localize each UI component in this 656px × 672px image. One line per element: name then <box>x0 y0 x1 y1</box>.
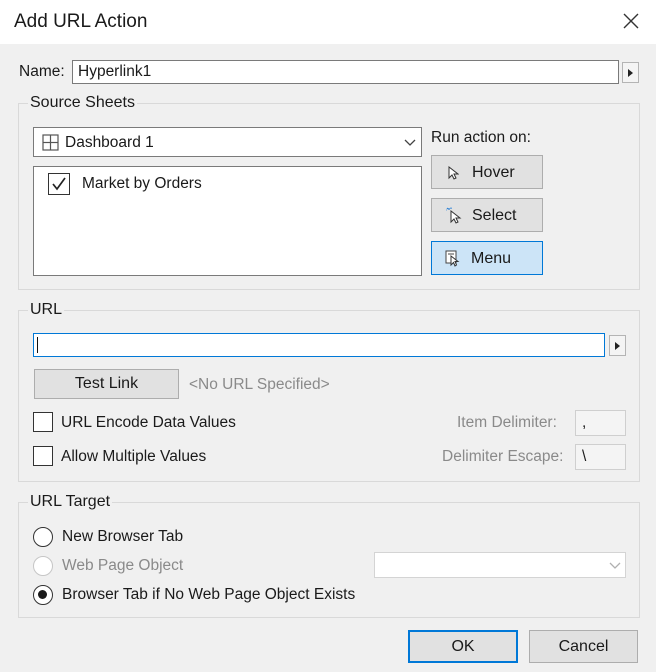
web-page-object-label: Web Page Object <box>62 557 184 574</box>
select-button-label: Select <box>472 207 517 224</box>
new-browser-tab-label: New Browser Tab <box>62 528 184 545</box>
web-page-object-radio[interactable] <box>33 556 53 576</box>
source-sheets-label: Source Sheets <box>28 94 137 112</box>
check-icon <box>52 177 66 191</box>
name-insert-button[interactable] <box>622 62 639 83</box>
url-encode-checkbox[interactable] <box>33 412 53 432</box>
url-status: <No URL Specified> <box>189 376 330 393</box>
ok-button[interactable]: OK <box>408 630 518 663</box>
hover-button-label: Hover <box>472 164 515 181</box>
sheet-checkbox[interactable] <box>48 173 70 195</box>
url-label: URL <box>28 301 65 319</box>
hover-button[interactable]: Hover <box>431 155 543 189</box>
sheet-label: Market by Orders <box>82 175 202 192</box>
triangle-right-icon <box>628 69 633 77</box>
select-button[interactable]: Select <box>431 198 543 232</box>
cancel-button[interactable]: Cancel <box>529 630 638 663</box>
url-insert-button[interactable] <box>609 335 626 356</box>
item-delimiter-label: Item Delimiter: <box>457 414 557 431</box>
url-encode-label: URL Encode Data Values <box>61 414 236 431</box>
dashboard-dropdown-value: Dashboard 1 <box>65 134 154 151</box>
menu-button[interactable]: Menu <box>431 241 543 275</box>
menu-button-label: Menu <box>471 250 512 267</box>
test-link-button[interactable]: Test Link <box>34 369 179 399</box>
close-icon[interactable] <box>620 10 642 32</box>
triangle-right-icon <box>615 342 620 350</box>
select-pointer-icon <box>446 207 462 224</box>
item-delimiter-field[interactable]: , <box>575 410 626 436</box>
menu-pointer-icon <box>445 250 460 267</box>
text-cursor <box>37 337 38 353</box>
allow-multiple-label: Allow Multiple Values <box>61 448 207 465</box>
pointer-icon <box>448 166 459 180</box>
name-field[interactable]: Hyperlink1 <box>72 60 619 84</box>
sheets-list: Market by Orders <box>33 166 422 276</box>
url-field[interactable] <box>33 333 605 357</box>
name-label: Name: <box>19 63 65 80</box>
dashboard-grid-icon <box>42 134 59 151</box>
browser-tab-if-none-radio[interactable] <box>33 585 53 605</box>
chevron-down-icon <box>404 139 416 146</box>
new-browser-tab-radio[interactable] <box>33 527 53 547</box>
radio-selected-dot <box>38 590 47 599</box>
delimiter-escape-field[interactable]: \ <box>575 444 626 470</box>
dialog-title: Add URL Action <box>14 11 148 32</box>
delimiter-escape-label: Delimiter Escape: <box>442 448 564 465</box>
chevron-down-icon <box>609 562 621 569</box>
run-action-label: Run action on: <box>431 129 531 146</box>
allow-multiple-checkbox[interactable] <box>33 446 53 466</box>
web-page-object-dropdown[interactable] <box>374 552 626 578</box>
url-target-label: URL Target <box>28 493 113 511</box>
dashboard-dropdown[interactable]: Dashboard 1 <box>33 127 422 157</box>
browser-tab-if-none-label: Browser Tab if No Web Page Object Exists <box>62 586 356 603</box>
